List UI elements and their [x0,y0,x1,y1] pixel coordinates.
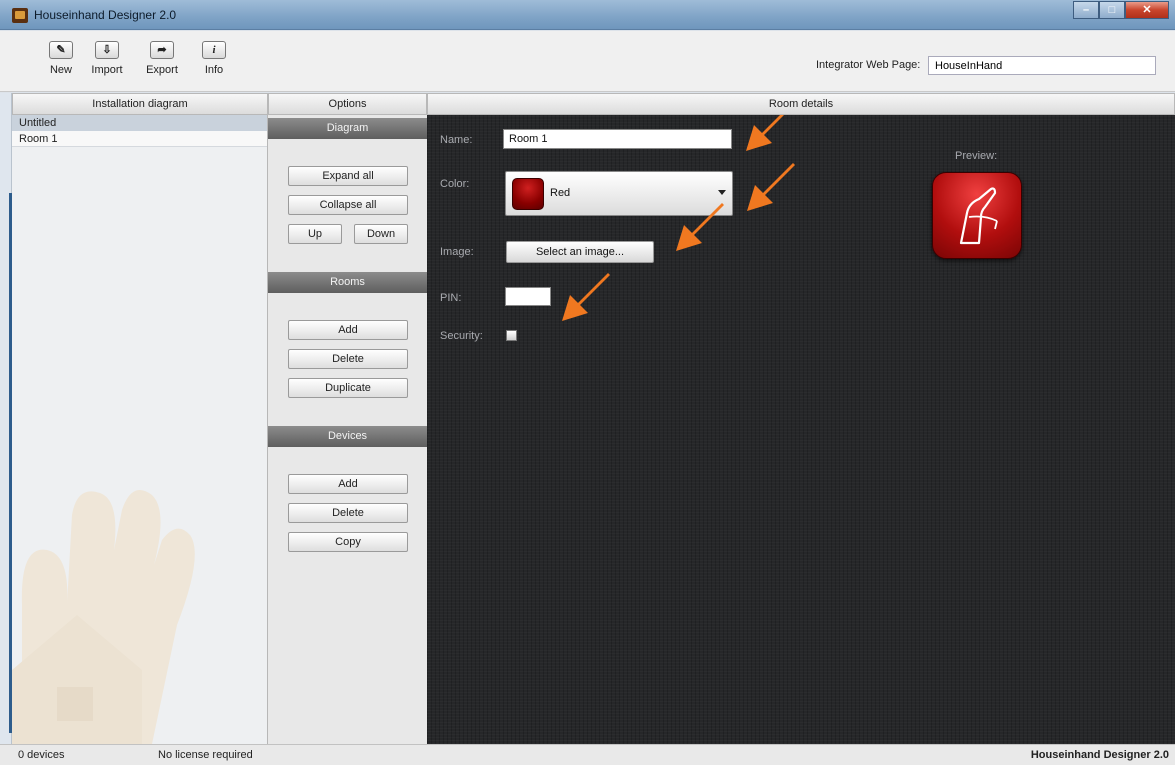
pin-input[interactable] [505,287,551,306]
integrator-web-page-input[interactable] [928,56,1156,75]
options-panel: Diagram Expand all Collapse all Up Down … [268,115,427,744]
diagram-section-header: Diagram [268,118,427,139]
annotation-arrow-image [676,203,724,251]
window-title: Houseinhand Designer 2.0 [34,8,177,22]
integrator-web-page-label: Integrator Web Page: [816,59,921,71]
color-swatch [512,178,544,210]
window-controls: – □ ✕ [1073,1,1169,19]
room-name-input[interactable] [503,129,732,149]
rooms-section-header: Rooms [268,272,427,293]
copy-device-button[interactable]: Copy [288,532,408,552]
import-button[interactable]: ⇩ Import [83,41,131,76]
color-label: Color: [440,178,470,190]
options-header: Options [268,93,427,115]
device-count: 0 devices [18,749,65,761]
minimize-button[interactable]: – [1073,1,1099,19]
license-status: No license required [158,749,253,761]
app-logo-icon [12,8,28,23]
installation-diagram-panel: Untitled Room 1 [12,115,268,744]
info-icon: i [202,41,226,59]
chevron-down-icon [718,190,726,195]
pin-label: PIN: [440,292,462,304]
maximize-button[interactable]: □ [1099,1,1125,19]
security-checkbox[interactable] [506,330,517,341]
duplicate-room-button[interactable]: Duplicate [288,378,408,398]
export-icon: ➦ [150,41,174,59]
new-button[interactable]: ✎ New [37,41,85,76]
room-details-panel: Name: Color: Red Image: Select an image.… [427,115,1175,744]
house-hand-watermark-icon [12,490,195,744]
down-button[interactable]: Down [354,224,408,244]
annotation-arrow-color [747,163,795,211]
tree-item-room-1[interactable]: Room 1 [12,131,267,147]
installation-diagram-header: Installation diagram [12,93,268,115]
image-label: Image: [440,246,474,258]
add-room-button[interactable]: Add [288,320,408,340]
import-label: Import [91,64,123,76]
status-bar: 0 devices No license required Houseinhan… [0,744,1175,765]
status-app-name: Houseinhand Designer 2.0 [1030,749,1169,761]
delete-room-button[interactable]: Delete [288,349,408,369]
color-value: Red [550,187,571,199]
expand-all-button[interactable]: Expand all [288,166,408,186]
new-icon: ✎ [49,41,73,59]
window-title-bar: Houseinhand Designer 2.0 – □ ✕ [0,0,1175,30]
select-image-button[interactable]: Select an image... [506,241,654,263]
room-preview-tile [932,172,1022,259]
devices-section-header: Devices [268,426,427,447]
collapse-all-button[interactable]: Collapse all [288,195,408,215]
preview-label: Preview: [955,150,998,162]
close-button[interactable]: ✕ [1125,1,1169,19]
tree-item-untitled[interactable]: Untitled [12,115,267,131]
name-label: Name: [440,134,473,146]
add-device-button[interactable]: Add [288,474,408,494]
faucet-icon [959,187,998,245]
new-label: New [49,64,72,76]
export-label: Export [146,64,178,76]
info-label: Info [204,64,224,76]
delete-device-button[interactable]: Delete [288,503,408,523]
up-button[interactable]: Up [288,224,342,244]
import-icon: ⇩ [95,41,119,59]
annotation-arrow-pin [562,273,610,321]
info-button[interactable]: i Info [190,41,238,76]
annotation-arrow-name [746,115,784,151]
room-details-header: Room details [427,93,1175,115]
security-label: Security: [440,330,483,342]
toolbar: ✎ New ⇩ Import ➦ Export i Info Integrato… [0,31,1175,92]
left-edge-strip [0,93,12,744]
export-button[interactable]: ➦ Export [138,41,186,76]
